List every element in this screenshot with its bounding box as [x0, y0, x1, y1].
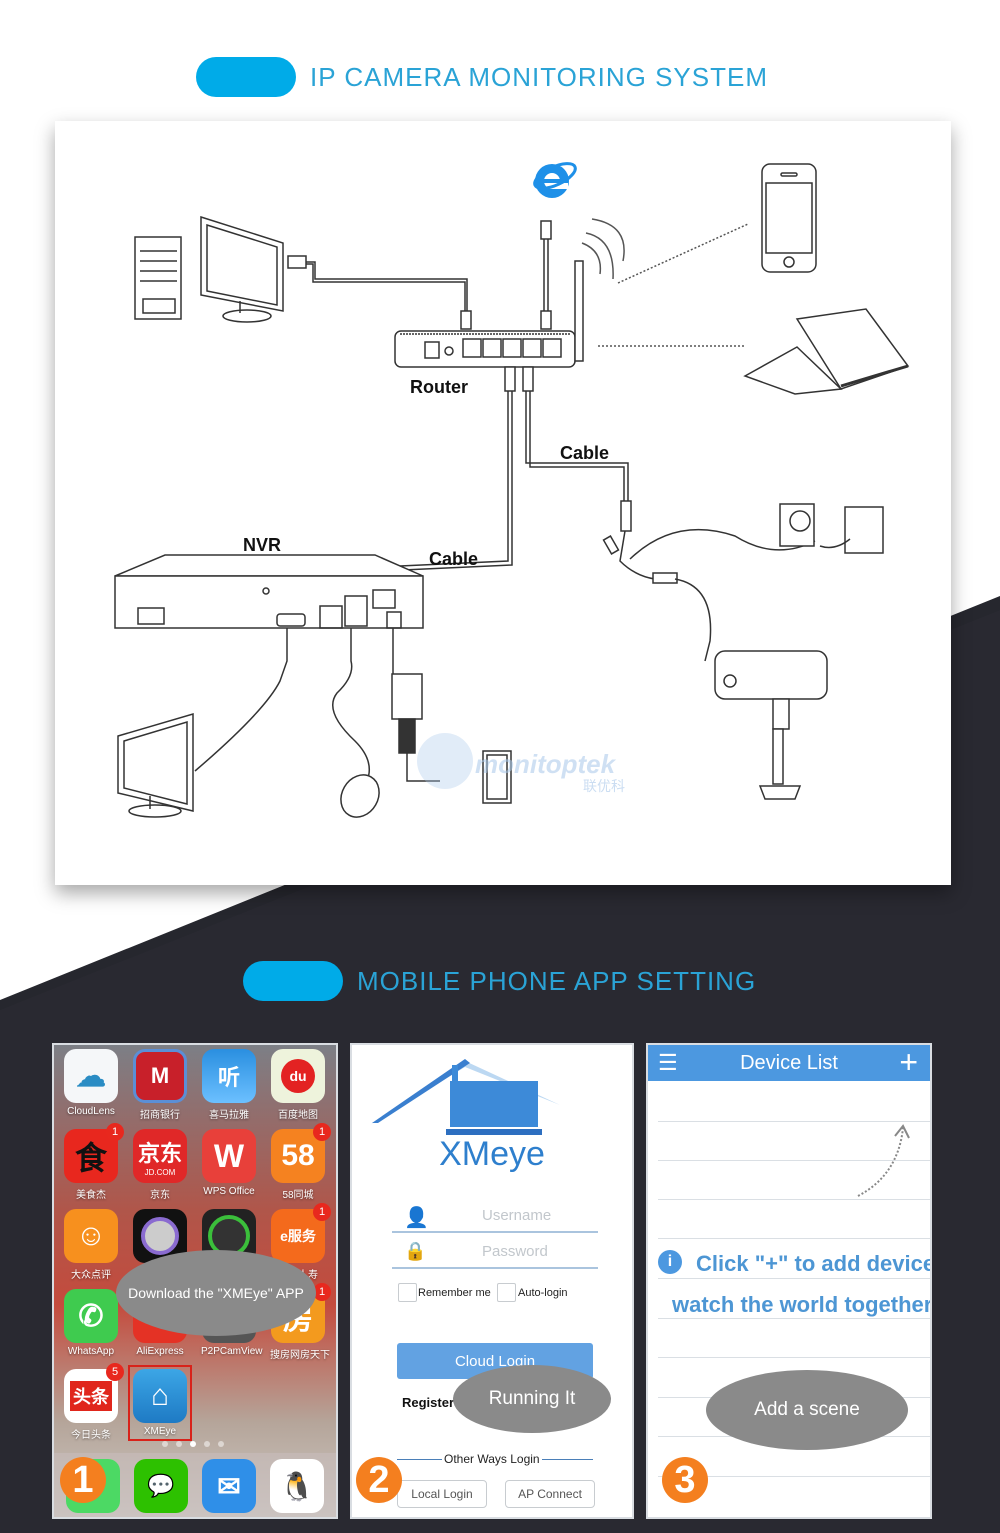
phone-screen-login: XMeye 👤 Username 🔒 Password Remember me …	[350, 1043, 634, 1519]
toutiao-logo-icon: 头条 5	[64, 1363, 124, 1423]
display-monitor	[117, 712, 194, 818]
phone-screen-home: ☁ CloudLens M 招商银行 听 喜马拉雅 du 百度地图 食1 美食杰…	[52, 1043, 338, 1519]
app-dianping[interactable]: ☺ 大众点评	[63, 1209, 119, 1281]
notification-badge: 1	[106, 1123, 124, 1141]
app-meishi[interactable]: 食1 美食杰	[63, 1123, 124, 1201]
other-ways-label: Other Ways Login	[442, 1452, 542, 1466]
step-number-2: 2	[356, 1457, 402, 1503]
wps-logo-icon: W	[202, 1129, 256, 1183]
mail-icon[interactable]: ✉	[202, 1459, 256, 1513]
step-number-3: 3	[662, 1457, 708, 1503]
camera-power-adapter	[779, 503, 884, 554]
person-icon: ☺	[64, 1209, 118, 1263]
watermark: monitoptek 联优科	[417, 733, 625, 795]
hint-watch-world: watch the world together	[672, 1292, 932, 1317]
page-indicator	[162, 1441, 224, 1447]
wechat-icon[interactable]: 💬	[134, 1459, 188, 1513]
mouse	[332, 628, 380, 818]
app-cloudlens[interactable]: ☁ CloudLens	[63, 1049, 119, 1117]
register-link[interactable]: Register	[402, 1395, 454, 1410]
notification-badge: 1	[313, 1203, 331, 1221]
app-header: ☰ Device List +	[648, 1045, 930, 1081]
remember-me-checkbox[interactable]	[398, 1283, 417, 1302]
xmeye-house-icon: ⌂	[133, 1369, 187, 1423]
auto-login-label: Auto-login	[518, 1287, 568, 1299]
dotted-arrow-icon	[857, 1124, 910, 1197]
add-device-button[interactable]: +	[899, 1045, 918, 1079]
eservice-logo-icon: e服务 1	[271, 1203, 331, 1263]
row-divider	[658, 1278, 930, 1279]
app-xmeye[interactable]: ⌂ XMEye	[128, 1365, 192, 1441]
accent-pill	[243, 961, 343, 1001]
pc-monitor	[200, 215, 284, 323]
map-pin-icon: du	[271, 1049, 325, 1103]
hint-add-device: Click "+" to add device	[696, 1251, 932, 1276]
header-title: Device List	[740, 1052, 838, 1074]
ap-connect-button[interactable]: AP Connect	[505, 1480, 595, 1508]
step-number-1: 1	[60, 1457, 106, 1503]
laptop	[743, 308, 910, 395]
app-baidu-map[interactable]: du 百度地图	[270, 1049, 326, 1121]
phone-screen-device-list: ☰ Device List + i Click "+" to add devic…	[646, 1043, 932, 1519]
wireless-link-phone	[617, 223, 749, 284]
app-58[interactable]: 58 1 58同城	[270, 1123, 331, 1201]
watermark-subtitle: 联优科	[583, 779, 625, 795]
app-ximalaya[interactable]: 听 喜马拉雅	[201, 1049, 257, 1121]
58-logo-icon: 58 1	[271, 1123, 331, 1183]
callout-add-scene: Add a scene	[706, 1370, 908, 1450]
ip-camera	[714, 650, 828, 800]
section-title: MOBILE PHONE APP SETTING	[357, 965, 757, 996]
xmeye-house-logo	[370, 1059, 560, 1135]
section-title: IP CAMERA MONITORING SYSTEM	[310, 61, 768, 92]
cloud-camera-icon: ☁	[64, 1049, 118, 1103]
jd-logo-icon: 京东 JD.COM	[133, 1129, 187, 1183]
notification-badge: 1	[313, 1123, 331, 1141]
app-cmb[interactable]: M 招商银行	[132, 1049, 188, 1121]
bank-logo-icon: M	[133, 1049, 187, 1103]
app-jd[interactable]: 京东 JD.COM 京东	[132, 1129, 188, 1201]
section-header-ip-camera: IP CAMERA MONITORING SYSTEM	[196, 57, 768, 97]
nvr	[114, 554, 424, 629]
lock-icon: 🔒	[404, 1241, 427, 1261]
accent-pill	[196, 57, 296, 97]
food-icon: 食1	[64, 1123, 124, 1183]
whatsapp-icon: ✆	[64, 1289, 118, 1343]
username-field[interactable]: 👤 Username	[392, 1201, 598, 1233]
callout-running: Running It	[453, 1365, 611, 1433]
remember-me-label: Remember me	[418, 1287, 491, 1299]
info-icon: i	[658, 1250, 682, 1274]
pc-tower	[134, 236, 182, 320]
row-divider	[658, 1318, 930, 1319]
app-wps[interactable]: W WPS Office	[201, 1129, 257, 1197]
camera-splitter	[602, 529, 816, 662]
internet-explorer-icon	[533, 162, 577, 198]
qq-penguin-icon[interactable]: 🐧	[270, 1459, 324, 1513]
nvr-label: NVR	[243, 535, 281, 555]
smartphone	[761, 163, 817, 273]
router	[394, 260, 584, 368]
section-header-mobile-app: MOBILE PHONE APP SETTING	[243, 961, 756, 1001]
lan-cable-pc	[287, 255, 472, 330]
watermark-brand: monitoptek	[475, 749, 617, 779]
camera-cable-label: Cable	[560, 443, 609, 463]
wan-cable	[540, 220, 552, 330]
wifi-signal-icon	[581, 218, 625, 280]
callout-download: Download the "XMEye" APP	[116, 1250, 316, 1336]
row-divider	[658, 1357, 930, 1358]
app-toutiao[interactable]: 头条 5 今日头条	[63, 1363, 124, 1441]
router-label: Router	[410, 377, 468, 397]
vga-cable	[194, 628, 288, 772]
auto-login-checkbox[interactable]	[497, 1283, 516, 1302]
nvr-cable-label: Cable	[429, 549, 478, 569]
app-whatsapp[interactable]: ✆ WhatsApp	[63, 1289, 119, 1357]
password-field[interactable]: 🔒 Password	[392, 1237, 598, 1269]
local-login-button[interactable]: Local Login	[397, 1480, 487, 1508]
network-diagram: Router Cable Cable NVR monitoptek 联优科	[55, 121, 951, 885]
row-divider	[658, 1238, 930, 1239]
listen-icon: 听	[202, 1049, 256, 1103]
notification-badge: 5	[106, 1363, 124, 1381]
app-logo-text: XMeye	[439, 1135, 545, 1173]
user-icon: 👤	[404, 1207, 429, 1229]
